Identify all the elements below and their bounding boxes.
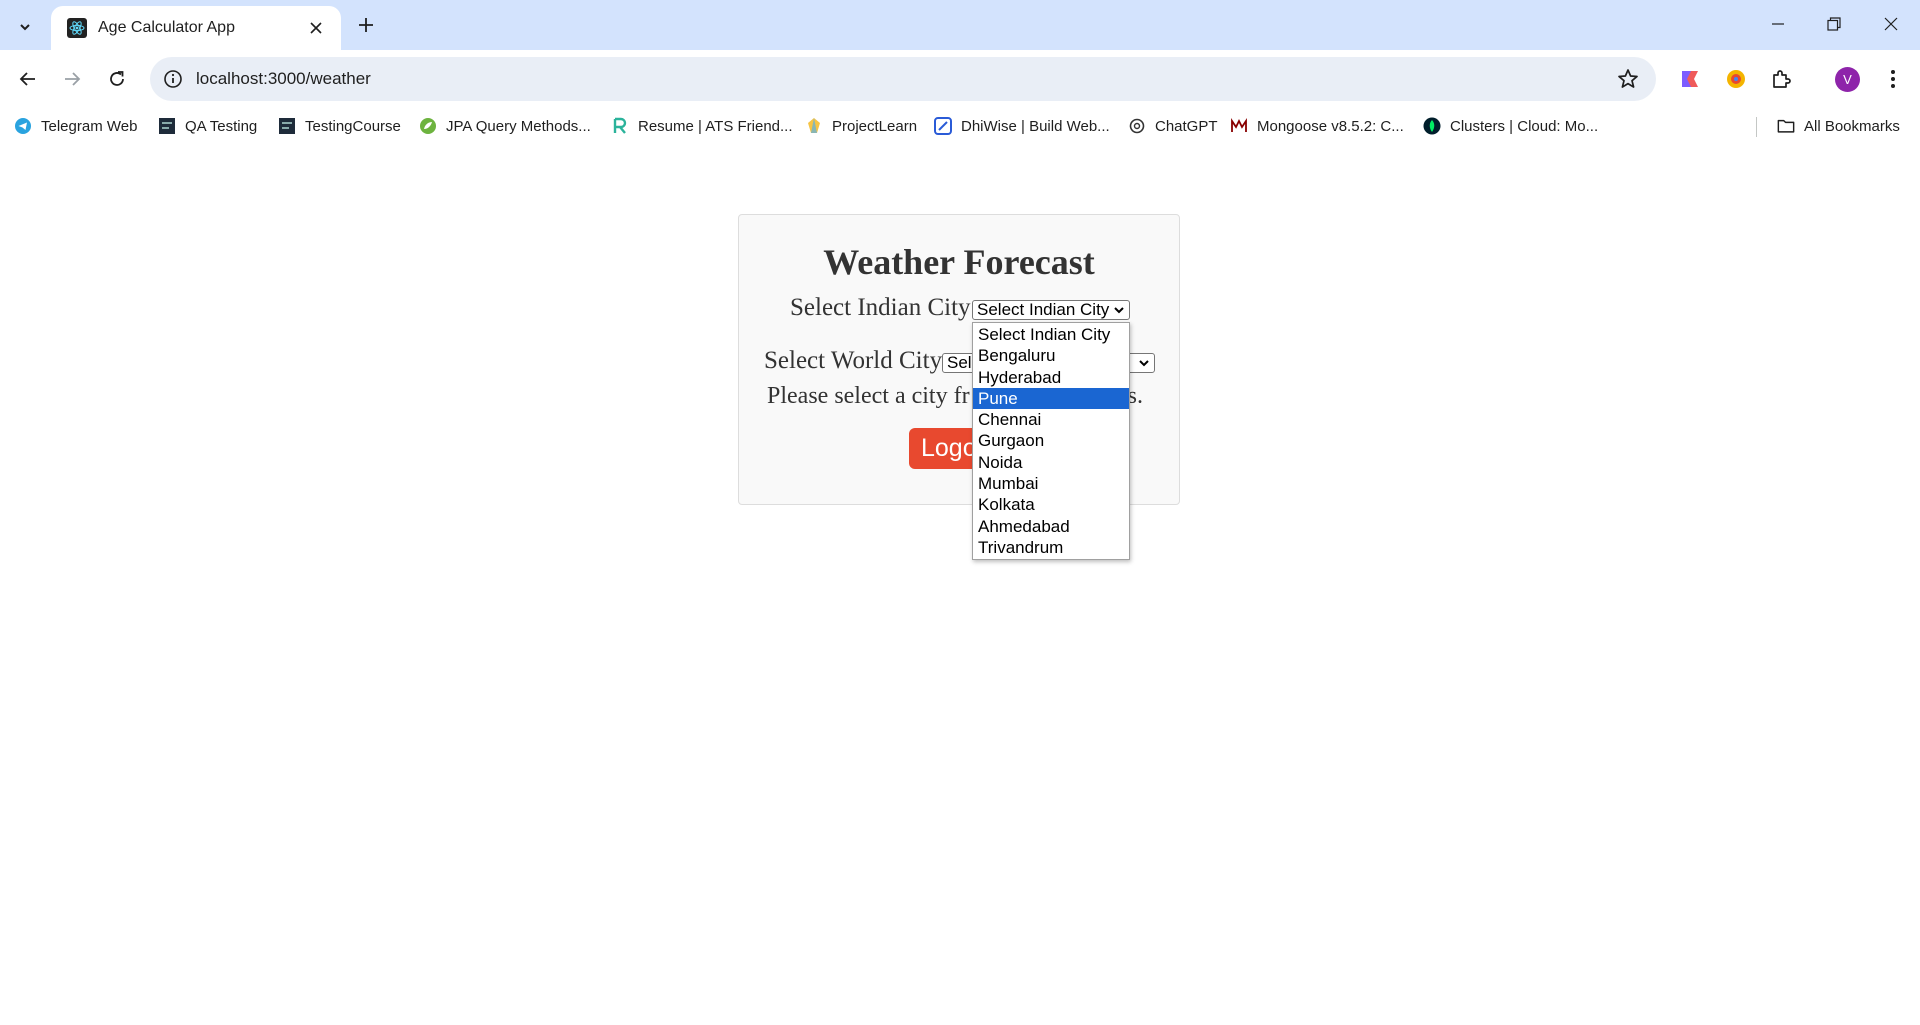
dropdown-option[interactable]: Trivandrum: [973, 537, 1129, 558]
bulb-icon: [805, 117, 823, 135]
dropdown-option[interactable]: Mumbai: [973, 473, 1129, 494]
tab-strip: Age Calculator App: [0, 0, 1920, 50]
bookmark-label: Telegram Web: [41, 117, 138, 135]
world-city-label: Select World City: [764, 347, 943, 374]
bookmark-item[interactable]: TestingCourse: [278, 115, 401, 137]
puzzle-icon: [1773, 70, 1791, 88]
tab-close-button[interactable]: [305, 17, 327, 39]
dropdown-option[interactable]: Kolkata: [973, 494, 1129, 515]
bookmark-item[interactable]: Resume | ATS Friend...: [611, 115, 793, 137]
browser-toolbar: localhost:3000/weather V: [0, 50, 1920, 108]
chevron-down-icon: [1139, 360, 1149, 367]
bookmark-label: ProjectLearn: [832, 117, 918, 135]
bookmark-item[interactable]: JPA Query Methods...: [419, 115, 591, 137]
active-tab[interactable]: Age Calculator App: [51, 6, 341, 50]
tab-title: Age Calculator App: [98, 19, 235, 36]
plus-icon: [359, 18, 373, 32]
indian-city-label: Select Indian City: [790, 294, 971, 321]
bookmark-item[interactable]: ProjectLearn: [805, 115, 917, 137]
close-icon: [1884, 17, 1898, 31]
browser-menu-button[interactable]: [1878, 64, 1908, 94]
world-city-select-value: Sel: [947, 353, 972, 372]
bookmarks-divider: [1756, 117, 1757, 137]
dropdown-option[interactable]: Select Indian City: [973, 324, 1129, 345]
close-icon: [310, 22, 322, 34]
reload-icon: [110, 71, 124, 86]
flag-icon: [1682, 71, 1698, 87]
bookmark-label: DhiWise | Build Web...: [961, 117, 1110, 135]
dropdown-option[interactable]: Noida: [973, 452, 1129, 473]
profile-avatar[interactable]: V: [1835, 67, 1860, 92]
back-button[interactable]: [13, 64, 43, 94]
bookmarks-bar: Telegram Web QA Testing TestingCourse JP…: [0, 108, 1920, 144]
chevron-down-icon: [1114, 307, 1124, 314]
page-icon: [158, 117, 176, 135]
dhiwise-icon: [934, 117, 952, 135]
more-vertical-icon: [1891, 70, 1895, 88]
bookmark-label: Clusters | Cloud: Mo...: [1450, 117, 1599, 135]
bookmark-label: QA Testing: [185, 117, 258, 135]
bookmark-item[interactable]: Clusters | Cloud: Mo...: [1423, 115, 1598, 137]
chatgpt-icon: [1128, 117, 1146, 135]
telegram-icon: [14, 117, 32, 135]
restore-icon: [1827, 17, 1841, 31]
bookmark-label: JPA Query Methods...: [446, 117, 591, 135]
status-message: Please select a city fr: [767, 383, 970, 409]
bookmark-item[interactable]: Mongoose v8.5.2: C...: [1230, 115, 1404, 137]
dropdown-option[interactable]: Chennai: [973, 409, 1129, 430]
page-title: Weather Forecast: [823, 242, 1095, 282]
bookmark-item[interactable]: DhiWise | Build Web...: [934, 115, 1110, 137]
info-icon[interactable]: [162, 68, 184, 90]
bookmark-item[interactable]: QA Testing: [158, 115, 257, 137]
bookmark-item[interactable]: ChatGPT: [1128, 115, 1218, 137]
minimize-button[interactable]: [1758, 8, 1798, 40]
dropdown-option[interactable]: Hyderabad: [973, 367, 1129, 388]
dropdown-option[interactable]: Bengaluru: [973, 345, 1129, 366]
arrow-right-icon: [65, 72, 81, 86]
react-icon: [67, 18, 87, 38]
all-bookmarks-button[interactable]: All Bookmarks: [1777, 115, 1900, 137]
indian-city-select-value: Select Indian City: [977, 300, 1110, 319]
extension-pocket-button[interactable]: [1675, 64, 1705, 94]
address-bar[interactable]: localhost:3000/weather: [150, 57, 1656, 101]
star-icon[interactable]: [1616, 67, 1640, 91]
dropdown-option[interactable]: Gurgaon: [973, 430, 1129, 451]
dropdown-option[interactable]: Pune: [973, 387, 1129, 410]
color-wheel-icon: [1727, 70, 1745, 88]
close-window-button[interactable]: [1871, 8, 1911, 40]
reload-button[interactable]: [102, 64, 132, 94]
indian-city-select[interactable]: Select Indian City: [972, 300, 1130, 320]
mongodb-leaf-icon: [1423, 117, 1441, 135]
extensions-button[interactable]: [1766, 64, 1796, 94]
restore-button[interactable]: [1814, 8, 1854, 40]
url-text[interactable]: localhost:3000/weather: [196, 69, 371, 89]
chevron-down-icon: [19, 23, 30, 30]
bookmark-label: Resume | ATS Friend...: [638, 117, 793, 135]
folder-icon: [1777, 117, 1795, 135]
page-icon: [278, 117, 296, 135]
indian-city-dropdown-list[interactable]: Select Indian City Bengaluru Hyderabad Pune…: [972, 322, 1130, 560]
extension-color-button[interactable]: [1721, 64, 1751, 94]
resume-icon: [611, 117, 629, 135]
dropdown-option[interactable]: Ahmedabad: [973, 516, 1129, 537]
mongoose-icon: [1230, 117, 1248, 135]
bookmark-label: TestingCourse: [305, 117, 401, 135]
bookmark-item[interactable]: Telegram Web: [14, 115, 137, 137]
all-bookmarks-label: All Bookmarks: [1804, 117, 1900, 135]
arrow-left-icon: [19, 72, 35, 86]
tab-search-button[interactable]: [10, 12, 39, 41]
bookmark-label: ChatGPT: [1155, 117, 1218, 135]
new-tab-button[interactable]: [352, 11, 380, 39]
forward-button[interactable]: [57, 64, 87, 94]
bookmark-label: Mongoose v8.5.2: C...: [1257, 117, 1404, 135]
minimize-icon: [1772, 23, 1784, 25]
spring-leaf-icon: [419, 117, 437, 135]
